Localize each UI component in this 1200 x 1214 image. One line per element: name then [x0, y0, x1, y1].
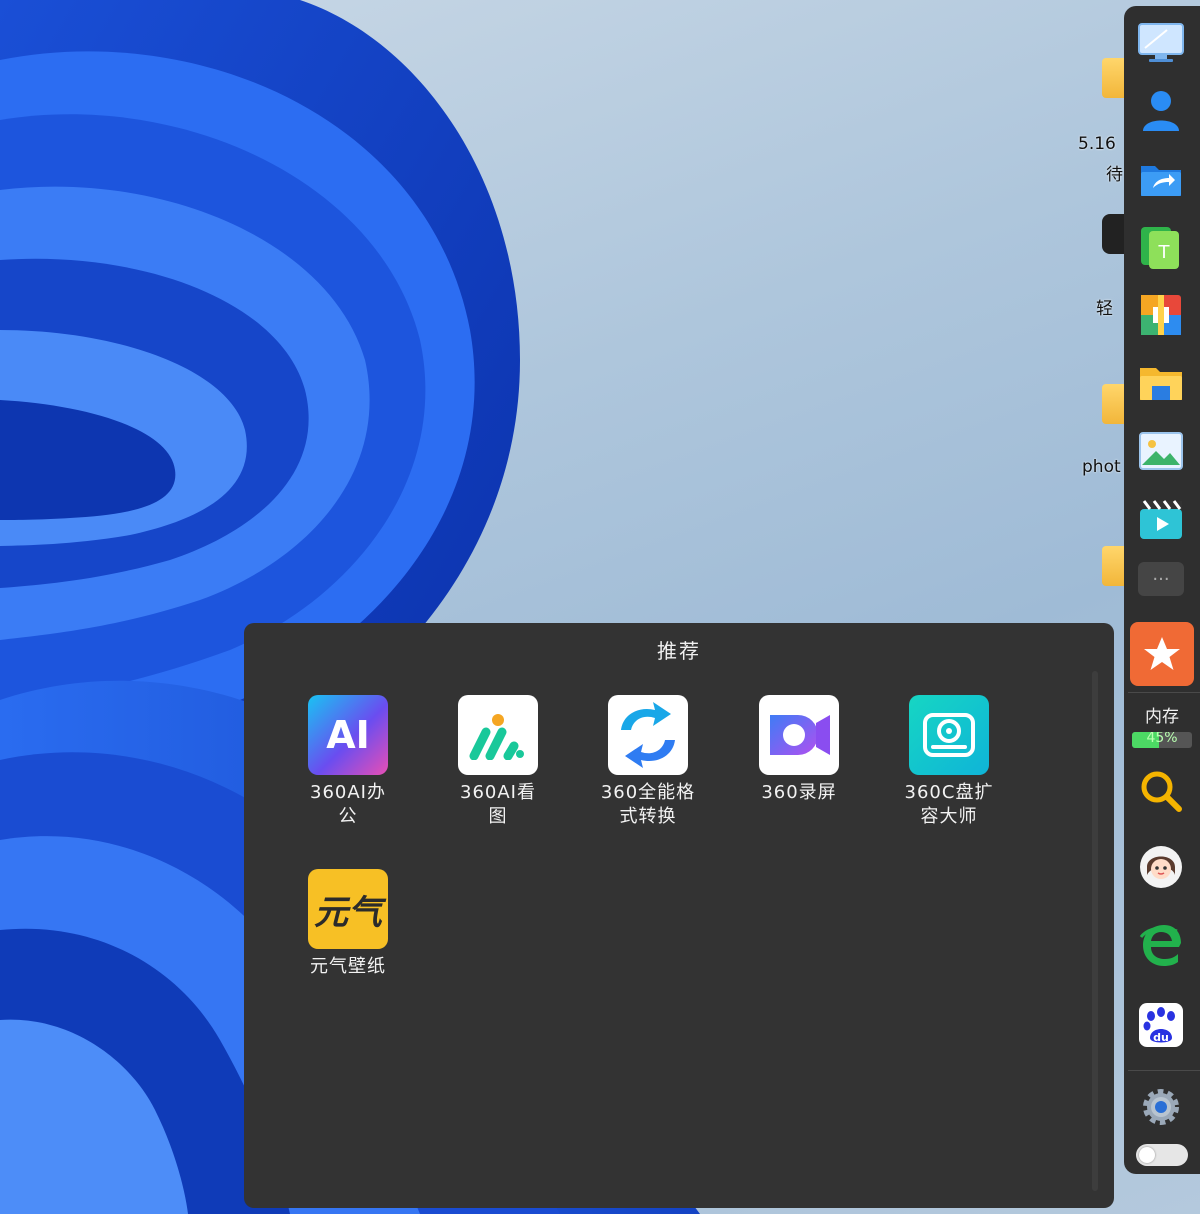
- app-360ai-office[interactable]: AI 360AI办公: [293, 695, 403, 829]
- share-folder-icon[interactable]: [1136, 154, 1186, 204]
- wallpaper-icon: 元气: [308, 869, 388, 949]
- memory-label: 内存: [1145, 707, 1179, 727]
- scrollbar[interactable]: [1092, 671, 1098, 1191]
- ai-logo-text: AI: [326, 713, 370, 757]
- desktop-label: 轻: [1096, 299, 1113, 319]
- app-name: 元气壁纸: [310, 956, 386, 977]
- app-name: 360全能格式转换: [600, 782, 696, 827]
- memory-bar: 45%: [1132, 732, 1192, 748]
- recommend-panel: 推荐 AI 360AI办公 360AI看图 360全能格式转换 360录屏 36…: [244, 623, 1114, 1208]
- app-name: 360AI看图: [460, 782, 536, 827]
- video-player-icon[interactable]: [1136, 494, 1186, 544]
- app-yuanqi-wallpaper[interactable]: 元气 元气壁纸: [293, 869, 403, 979]
- dock-separator: [1128, 692, 1200, 693]
- app-name: 360C盘扩容大师: [904, 782, 994, 827]
- ai-office-icon: AI: [308, 695, 388, 775]
- disk-expand-icon: [909, 695, 989, 775]
- panel-title: 推荐: [657, 639, 701, 663]
- monitor-icon[interactable]: [1136, 18, 1186, 68]
- wallpaper-logo-text: 元气: [314, 892, 382, 933]
- side-dock: T ··· 内存 45% du: [1124, 6, 1200, 1174]
- app-360-disk-expand[interactable]: 360C盘扩容大师: [894, 695, 1004, 829]
- desktop-label: 5.16: [1078, 134, 1116, 154]
- ai-viewer-icon: [458, 695, 538, 775]
- app-name: 360AI办公: [310, 782, 386, 827]
- settings-icon[interactable]: [1136, 1082, 1186, 1132]
- desktop-label: 待: [1106, 165, 1123, 185]
- desktop-label: phot: [1082, 457, 1121, 477]
- svg-text:T: T: [1158, 242, 1171, 263]
- app-360ai-viewer[interactable]: 360AI看图: [443, 695, 553, 829]
- screen-record-icon: [759, 695, 839, 775]
- dock-separator: [1128, 1070, 1200, 1071]
- app-360-screen-record[interactable]: 360录屏: [744, 695, 854, 805]
- search-icon[interactable]: [1136, 766, 1186, 816]
- text-app-icon[interactable]: T: [1136, 222, 1186, 272]
- more-dots: ···: [1152, 568, 1170, 590]
- archive-icon[interactable]: [1136, 290, 1186, 340]
- avatar-icon[interactable]: [1136, 842, 1186, 892]
- baidu-icon[interactable]: du: [1136, 1000, 1186, 1050]
- app-360-format-convert[interactable]: 360全能格式转换: [593, 695, 703, 829]
- toggle-switch[interactable]: [1136, 1144, 1188, 1166]
- favorite-star-icon[interactable]: [1130, 622, 1194, 686]
- memory-value: 45%: [1146, 732, 1178, 746]
- more-icon[interactable]: ···: [1138, 562, 1184, 596]
- user-icon[interactable]: [1136, 86, 1186, 136]
- format-convert-icon: [608, 695, 688, 775]
- file-explorer-icon[interactable]: [1136, 358, 1186, 408]
- app-name: 360录屏: [761, 782, 837, 803]
- edge-browser-icon[interactable]: [1136, 920, 1186, 970]
- svg-text:du: du: [1153, 1031, 1169, 1044]
- image-viewer-icon[interactable]: [1136, 426, 1186, 476]
- toggle-knob: [1139, 1147, 1155, 1163]
